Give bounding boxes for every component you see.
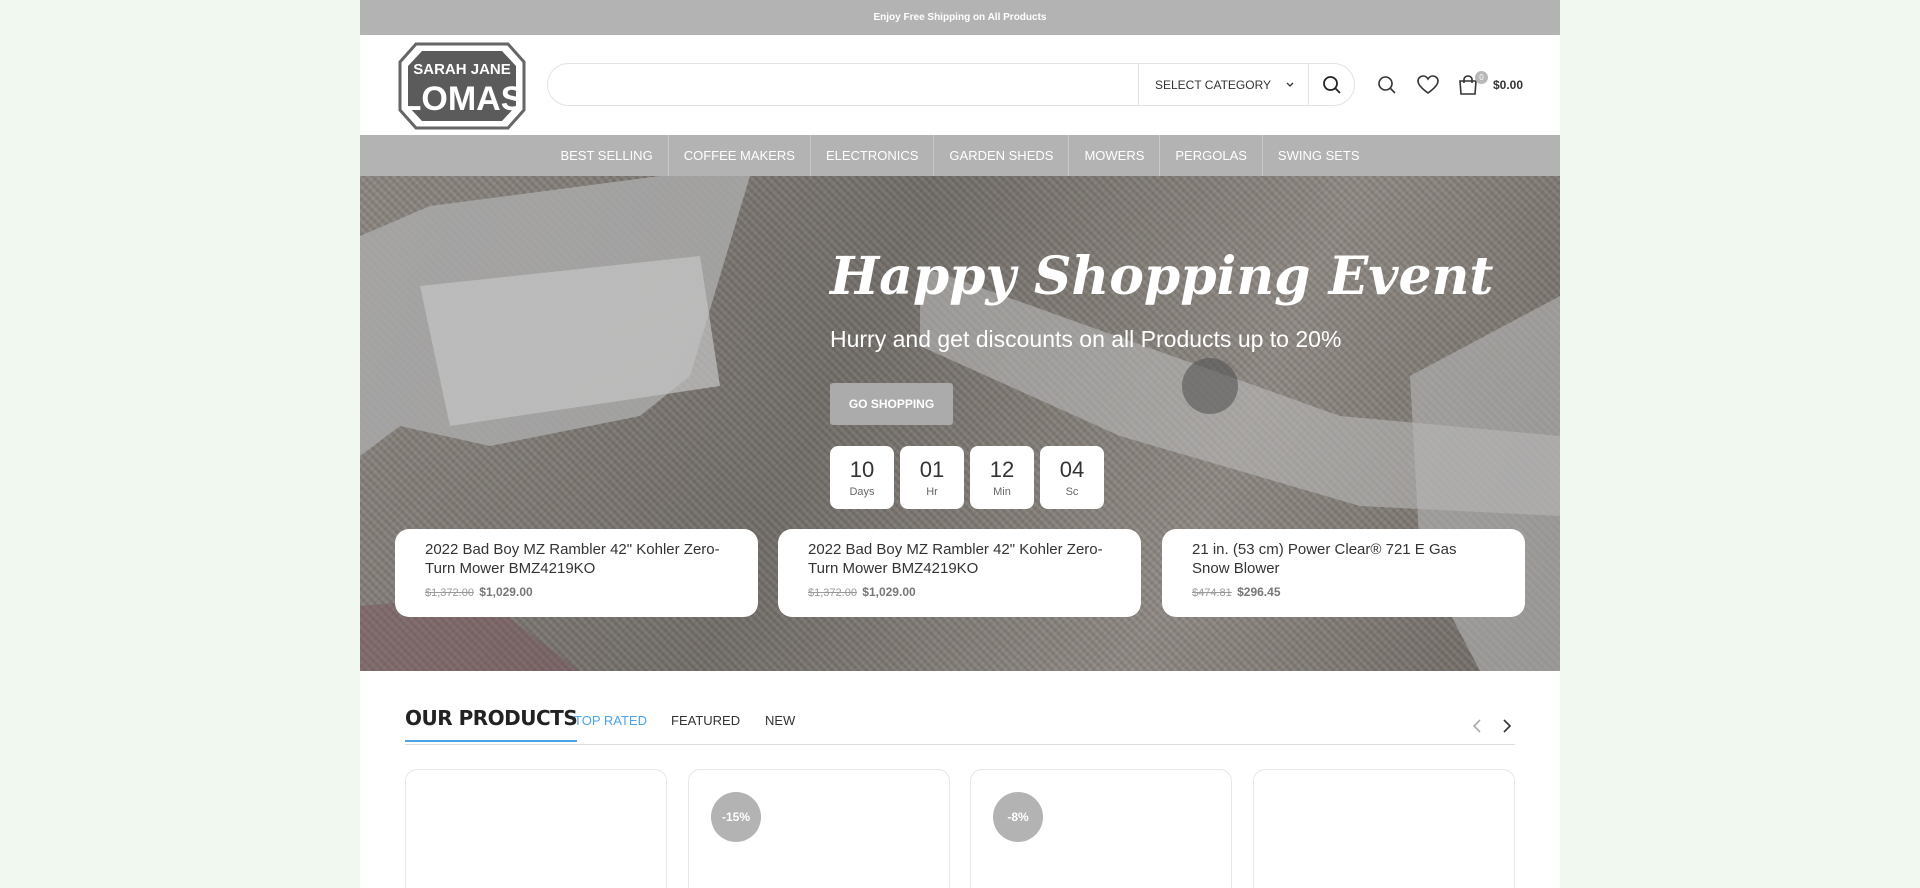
heart-icon	[1417, 75, 1439, 94]
countdown-days: 10 Days	[830, 446, 894, 509]
promo-product-price: $474.81 $296.45	[1192, 585, 1495, 599]
old-price: $1,372.00	[808, 587, 857, 599]
tab-top-rated[interactable]: TOP RATED	[574, 713, 647, 728]
nav-item-electronics[interactable]: ELECTRONICS	[811, 135, 935, 176]
hero-subtitle: Hurry and get discounts on all Products …	[830, 326, 1342, 352]
category-select-label: SELECT CATEGORY	[1155, 77, 1272, 92]
section-divider	[405, 744, 1515, 745]
search-input[interactable]	[548, 63, 1138, 106]
announcement-text: Enjoy Free Shipping on All Products	[873, 12, 1047, 23]
promo-product-card[interactable]: 21 in. (53 cm) Power Clear® 721 E Gas Sn…	[1162, 529, 1525, 617]
countdown-unit: Min	[993, 485, 1011, 498]
category-select[interactable]: SELECT CATEGORY	[1138, 64, 1308, 105]
search-bar: SELECT CATEGORY	[547, 63, 1355, 106]
go-shopping-button[interactable]: GO SHOPPING	[830, 383, 953, 425]
next-arrow-icon[interactable]	[1502, 718, 1512, 734]
logo-line2: LOMAS	[401, 80, 524, 118]
old-price: $1,372.00	[425, 587, 474, 599]
product-card[interactable]	[1253, 769, 1515, 888]
countdown-value: 04	[1059, 456, 1085, 482]
search-icon	[1378, 76, 1396, 94]
nav-item-pergolas[interactable]: PERGOLAS	[1160, 135, 1263, 176]
section-title: OUR PRODUCTS	[405, 706, 578, 742]
sale-price: $1,029.00	[862, 585, 916, 599]
prev-arrow-icon[interactable]	[1472, 718, 1482, 734]
chevron-down-icon	[1286, 82, 1294, 87]
promo-product-card[interactable]: 2022 Bad Boy MZ Rambler 42" Kohler Zero-…	[778, 529, 1141, 617]
discount-badge: -8%	[993, 792, 1043, 842]
products-section: OUR PRODUCTS TOP RATED FEATURED NEW -15%…	[360, 671, 1560, 888]
promo-product-title[interactable]: 21 in. (53 cm) Power Clear® 721 E Gas Sn…	[1192, 540, 1495, 578]
promo-product-price: $1,372.00 $1,029.00	[425, 585, 728, 599]
countdown-unit: Hr	[926, 485, 938, 498]
page: Enjoy Free Shipping on All Products SARA…	[360, 0, 1560, 888]
countdown-value: 10	[849, 456, 875, 482]
cart-button[interactable]: 0	[1457, 71, 1488, 95]
header-search-button[interactable]	[1377, 75, 1397, 95]
search-submit-button[interactable]	[1308, 64, 1354, 105]
promo-product-title[interactable]: 2022 Bad Boy MZ Rambler 42" Kohler Zero-…	[425, 540, 728, 578]
top-announcement-bar: Enjoy Free Shipping on All Products	[360, 0, 1560, 35]
countdown-value: 12	[989, 456, 1015, 482]
sale-price: $296.45	[1237, 585, 1281, 599]
tab-featured[interactable]: FEATURED	[671, 713, 740, 728]
product-card[interactable]: -8%	[970, 769, 1232, 888]
countdown-unit: Sc	[1065, 485, 1079, 498]
main-nav: BEST SELLING COFFEE MAKERS ELECTRONICS G…	[360, 135, 1560, 176]
hero-banner: Happy Shopping Event Hurry and get disco…	[360, 176, 1560, 671]
site-header: SARAH JANE LOMAS SELECT CATEGORY 0 $0.00	[360, 35, 1560, 135]
nav-item-mowers[interactable]: MOWERS	[1069, 135, 1161, 176]
countdown-value: 01	[919, 456, 945, 482]
hero-title: Happy Shopping Event	[830, 246, 1494, 307]
countdown-hours: 01 Hr	[900, 446, 964, 509]
tab-new[interactable]: NEW	[765, 713, 795, 728]
site-logo[interactable]: SARAH JANE LOMAS	[396, 40, 528, 132]
discount-badge: -15%	[711, 792, 761, 842]
promo-product-price: $1,372.00 $1,029.00	[808, 585, 1111, 599]
countdown-timer: 10 Days 01 Hr 12 Min 04 Sc	[830, 446, 1104, 509]
cart-total[interactable]: $0.00	[1493, 78, 1523, 92]
cart-count-badge: 0	[1475, 71, 1488, 84]
sale-price: $1,029.00	[479, 585, 533, 599]
countdown-unit: Days	[849, 485, 875, 498]
product-card[interactable]	[405, 769, 667, 888]
logo-line1: SARAH JANE	[413, 61, 511, 78]
countdown-seconds: 04 Sc	[1040, 446, 1104, 509]
promo-product-card[interactable]: 2022 Bad Boy MZ Rambler 42" Kohler Zero-…	[395, 529, 758, 617]
product-card[interactable]: -15%	[688, 769, 950, 888]
search-icon	[1322, 75, 1341, 94]
nav-item-garden-sheds[interactable]: GARDEN SHEDS	[934, 135, 1070, 176]
nav-item-coffee-makers[interactable]: COFFEE MAKERS	[669, 135, 811, 176]
nav-item-swing-sets[interactable]: SWING SETS	[1263, 135, 1375, 176]
old-price: $474.81	[1192, 587, 1232, 599]
wishlist-button[interactable]	[1417, 75, 1439, 95]
promo-product-title[interactable]: 2022 Bad Boy MZ Rambler 42" Kohler Zero-…	[808, 540, 1111, 578]
countdown-minutes: 12 Min	[970, 446, 1034, 509]
nav-item-best-selling[interactable]: BEST SELLING	[545, 135, 669, 176]
